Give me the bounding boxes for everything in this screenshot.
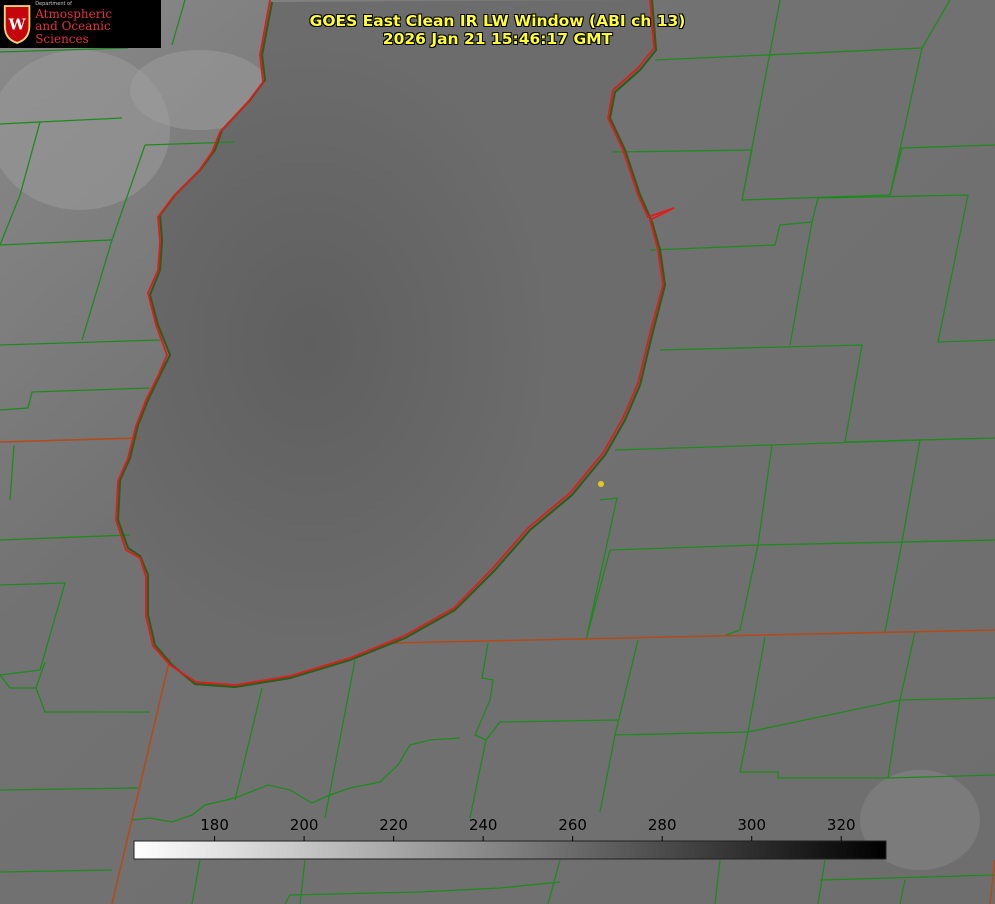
colorbar-tick-label: 300	[737, 816, 767, 834]
colorbar-tick-label: 260	[558, 816, 587, 834]
station-marker	[598, 481, 604, 487]
title-timestamp: 2026 Jan 21 15:46:17 GMT	[382, 30, 613, 48]
satellite-map	[0, 0, 995, 904]
title-product: GOES East Clean IR LW Window (ABI ch 13)	[309, 12, 686, 30]
colorbar-tick-label: 200	[289, 816, 319, 834]
colorbar-tick-label: 240	[468, 816, 498, 834]
colorbar-tick-label: 280	[647, 816, 677, 834]
colorbar-tick-label: 320	[826, 816, 856, 834]
satellite-image-view: W Department of Atmospheric and Oceanic …	[0, 0, 995, 904]
colorbar-tick-label: 180	[200, 816, 229, 834]
colorbar-tick-label: 220	[379, 816, 408, 834]
colorbar	[133, 840, 887, 860]
image-title: GOES East Clean IR LW Window (ABI ch 13)…	[0, 12, 995, 48]
